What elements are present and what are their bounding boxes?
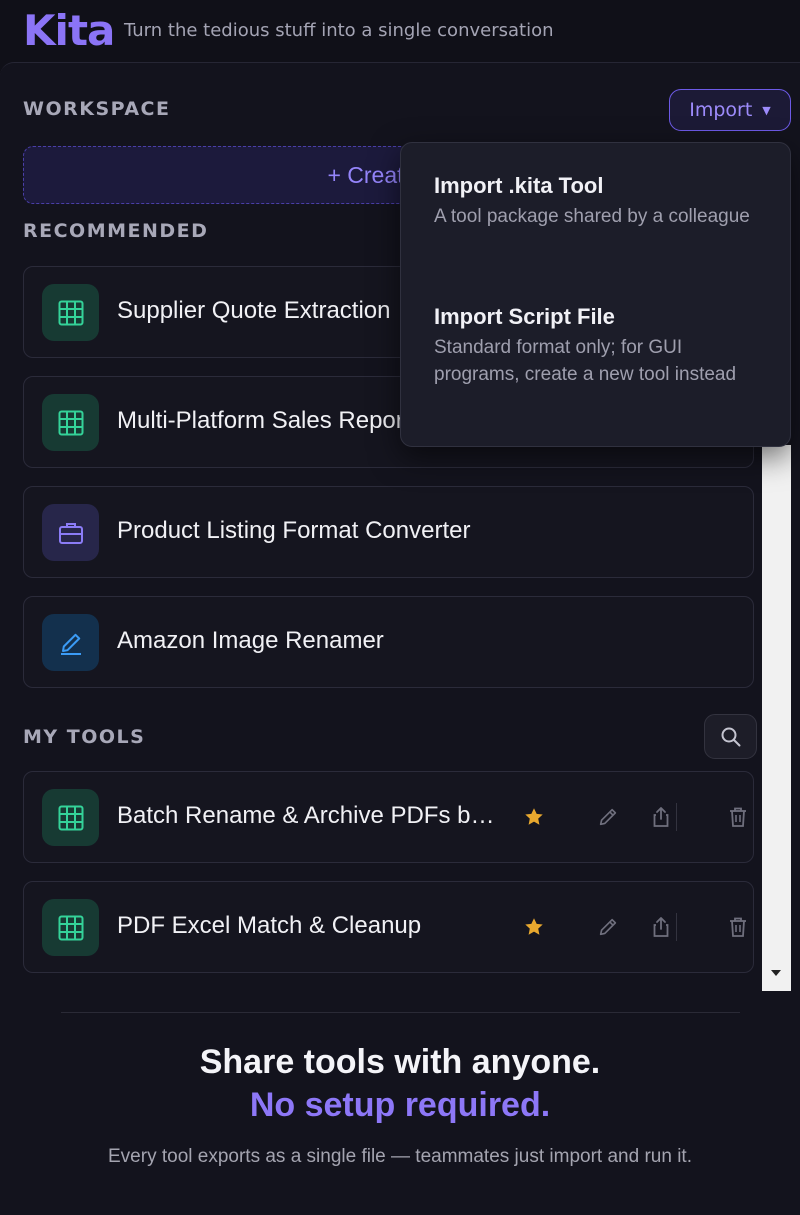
export-icon[interactable]: [648, 802, 674, 832]
grid-icon: [42, 284, 99, 341]
import-menu: Import .kita Tool A tool package shared …: [400, 142, 791, 447]
star-icon[interactable]: [521, 802, 547, 832]
recommended-item[interactable]: Amazon Image Renamer: [23, 596, 754, 688]
menu-item-description: A tool package shared by a colleague: [434, 206, 750, 227]
caret-down-icon: ▼: [762, 103, 771, 117]
tool-item-label: Batch Rename & Archive PDFs by Excel Lis…: [117, 802, 497, 829]
kita-logo: Kita: [23, 6, 115, 55]
workspace-title: WORKSPACE: [23, 98, 171, 120]
promo-subtext: Every tool exports as a single file — te…: [108, 1146, 692, 1167]
recommended-item-label: Amazon Image Renamer: [117, 627, 384, 654]
recommended-item[interactable]: Product Listing Format Converter: [23, 486, 754, 578]
divider: [676, 803, 677, 831]
pencil-icon: [42, 614, 99, 671]
section-divider: [61, 1012, 740, 1013]
grid-icon: [42, 899, 99, 956]
star-icon[interactable]: [521, 912, 547, 942]
scroll-down-arrow-icon[interactable]: [766, 963, 786, 983]
tagline: Turn the tedious stuff into a single con…: [124, 20, 554, 41]
tool-item[interactable]: Batch Rename & Archive PDFs by Excel Lis…: [23, 771, 754, 863]
app-header: Kita Turn the tedious stuff into a singl…: [0, 0, 800, 64]
grid-icon: [42, 394, 99, 451]
import-script-file-option[interactable]: Import Script File Standard format only;…: [434, 304, 754, 388]
promo-highlight: No setup required.: [249, 1086, 551, 1124]
promo-headline: Share tools with anyone.: [199, 1043, 601, 1081]
search-button[interactable]: [704, 714, 757, 759]
menu-item-title: Import Script File: [434, 304, 615, 329]
tool-item-label: PDF Excel Match & Cleanup: [117, 912, 422, 939]
recommended-title: RECOMMENDED: [23, 220, 209, 242]
import-kita-tool-option[interactable]: Import .kita Tool A tool package shared …: [434, 173, 754, 230]
trash-icon[interactable]: [725, 912, 751, 942]
search-icon: [721, 727, 740, 746]
grid-icon: [42, 789, 99, 846]
export-icon[interactable]: [648, 912, 674, 942]
tool-item[interactable]: PDF Excel Match & Cleanup: [23, 881, 754, 973]
recommended-item-label: Product Listing Format Converter: [117, 517, 471, 544]
scrollbar-track[interactable]: [762, 445, 791, 991]
import-button-label: Import: [689, 99, 753, 121]
my-tools-title: MY TOOLS: [23, 726, 146, 748]
menu-item-description: Standard format only; for GUI programs, …: [434, 337, 737, 385]
recommended-item-label: Multi-Platform Sales Repor: [117, 407, 404, 434]
recommended-item-label: Supplier Quote Extraction: [117, 297, 391, 324]
menu-item-title: Import .kita Tool: [434, 173, 604, 198]
divider: [676, 913, 677, 941]
tool-actions: [521, 912, 746, 944]
edit-icon[interactable]: [595, 802, 621, 832]
tool-actions: [521, 802, 746, 834]
edit-icon[interactable]: [595, 912, 621, 942]
import-button[interactable]: Import ▼: [669, 89, 791, 131]
trash-icon[interactable]: [725, 802, 751, 832]
briefcase-icon: [42, 504, 99, 561]
